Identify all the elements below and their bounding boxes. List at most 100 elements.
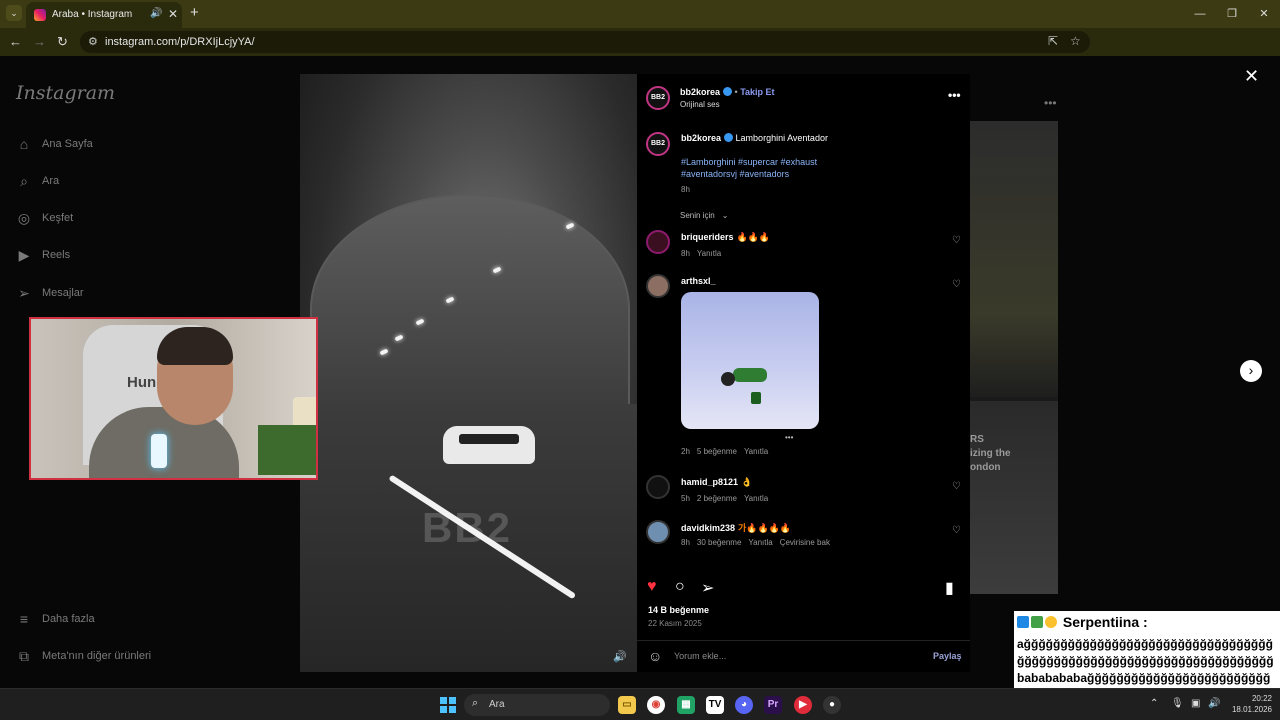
commenter-avatar[interactable] bbox=[646, 520, 670, 544]
reply-button[interactable]: Yanıtla bbox=[744, 447, 768, 456]
comment-username[interactable]: hamid_p8121 bbox=[681, 477, 738, 487]
post-video[interactable]: BB2 🔊 bbox=[300, 74, 637, 672]
reply-button[interactable]: Yanıtla bbox=[744, 494, 768, 503]
comment-likes[interactable]: 2 beğenme bbox=[697, 494, 737, 503]
more-options-icon[interactable]: ••• bbox=[1044, 96, 1057, 110]
streamer-hair bbox=[157, 327, 233, 365]
browser-tab[interactable]: Araba • Instagram 🔊 ✕ bbox=[26, 2, 182, 28]
commenter-avatar[interactable] bbox=[646, 274, 670, 298]
volume-icon[interactable]: 🔊 bbox=[1208, 698, 1220, 709]
sticker-options-icon[interactable]: ••• bbox=[785, 433, 793, 442]
grid-thumbnail[interactable] bbox=[970, 401, 1058, 594]
chat-badge-icon bbox=[1017, 616, 1029, 628]
home-icon: ⌂ bbox=[19, 136, 29, 152]
comment-like-icon[interactable]: ♡ bbox=[952, 525, 961, 536]
comment-like-icon[interactable]: ♡ bbox=[952, 481, 961, 492]
windows-start-icon[interactable] bbox=[440, 697, 456, 713]
post-options-icon[interactable]: ••• bbox=[948, 88, 961, 102]
instagram-favicon-icon bbox=[34, 9, 46, 21]
comment-like-icon[interactable]: ♡ bbox=[952, 279, 961, 290]
audio-toggle-icon[interactable]: 🔊 bbox=[613, 650, 627, 663]
comment-likes[interactable]: 5 beğenme bbox=[697, 447, 737, 456]
network-icon[interactable]: ▣ bbox=[1191, 698, 1200, 709]
minimize-icon[interactable]: — bbox=[1184, 0, 1216, 28]
caption-time: 8h bbox=[681, 185, 690, 194]
microphone-tray-icon[interactable]: 🎙 bbox=[1171, 698, 1184, 709]
like-count[interactable]: 14 B beğenme bbox=[648, 605, 709, 615]
verified-badge-icon bbox=[723, 87, 733, 96]
sidebar-item-more[interactable]: ≡ Daha fazla bbox=[16, 611, 95, 627]
caption-hashtags[interactable]: #Lamborghini #supercar #exhaust #aventad… bbox=[681, 156, 841, 180]
sticker-figure-head bbox=[721, 372, 735, 386]
comment-username[interactable]: briqueriders bbox=[681, 232, 734, 242]
share-icon[interactable]: ➢ bbox=[701, 578, 714, 598]
tab-close-icon[interactable]: ✕ bbox=[168, 7, 178, 21]
close-modal-icon[interactable]: ✕ bbox=[1244, 66, 1259, 87]
comment-sort-dropdown[interactable]: Senin için ⌄ bbox=[680, 211, 735, 220]
sidebar-item-home[interactable]: ⌂ Ana Sayfa bbox=[16, 136, 93, 152]
comment-sticker-image[interactable] bbox=[681, 292, 819, 429]
bookmark-star-icon[interactable]: ☆ bbox=[1070, 34, 1081, 48]
comment-text: 가🔥🔥🔥🔥 bbox=[738, 523, 792, 533]
clock[interactable]: 20:22 18.01.2026 bbox=[1232, 693, 1272, 715]
media-player-icon[interactable]: ▶ bbox=[794, 696, 812, 714]
comment-username[interactable]: davidkim238 bbox=[681, 523, 735, 533]
like-heart-icon[interactable]: ♥ bbox=[647, 578, 657, 596]
tray-chevron-up-icon[interactable]: ⌃ bbox=[1150, 698, 1158, 709]
window-controls: — ❐ ✕ bbox=[1184, 0, 1280, 28]
next-post-chevron-icon[interactable]: › bbox=[1240, 360, 1262, 382]
author-avatar[interactable]: BB2 bbox=[646, 86, 670, 110]
install-app-icon[interactable]: ⇱ bbox=[1048, 34, 1058, 48]
back-icon[interactable]: ← bbox=[9, 34, 22, 49]
file-explorer-icon[interactable]: ▭ bbox=[618, 696, 636, 714]
comment-like-icon[interactable]: ♡ bbox=[952, 235, 961, 246]
comment-input[interactable]: Yorum ekle... bbox=[674, 651, 726, 661]
lamp bbox=[293, 397, 316, 427]
translate-link[interactable]: Çevirisine bak bbox=[780, 538, 830, 547]
sidebar-item-reels[interactable]: ▶ Reels bbox=[16, 247, 71, 263]
author-username[interactable]: bb2korea bbox=[680, 87, 720, 97]
explore-icon: ◎ bbox=[17, 210, 31, 226]
tradingview-icon[interactable]: TV bbox=[706, 696, 724, 714]
reply-button[interactable]: Yanıtla bbox=[748, 538, 772, 547]
forward-icon[interactable]: → bbox=[33, 34, 46, 49]
commenter-avatar[interactable] bbox=[646, 230, 670, 254]
sidebar-item-search[interactable]: ⌕ Ara bbox=[16, 173, 59, 189]
site-info-icon[interactable]: ⚙ bbox=[88, 35, 98, 48]
new-tab-icon[interactable]: + bbox=[190, 4, 199, 21]
taskbar-search[interactable]: ⌕ Ara bbox=[464, 694, 610, 716]
sidebar-item-messages[interactable]: ➢ Mesajlar bbox=[16, 285, 83, 301]
grid-thumbnail[interactable] bbox=[970, 121, 1058, 397]
original-audio-link[interactable]: Orijinal ses bbox=[680, 100, 720, 109]
chrome-icon[interactable]: ◉ bbox=[647, 696, 665, 714]
window-close-icon[interactable]: ✕ bbox=[1248, 0, 1280, 28]
sidebar-item-label: Daha fazla bbox=[42, 613, 95, 625]
follow-button[interactable]: Takip Et bbox=[740, 87, 774, 97]
restore-icon[interactable]: ❐ bbox=[1216, 0, 1248, 28]
comment-likes[interactable]: 30 beğenme bbox=[697, 538, 741, 547]
premiere-pro-icon[interactable]: Pr bbox=[764, 696, 782, 714]
sidebar-item-label: Meta'nın diğer ürünleri bbox=[42, 650, 152, 662]
post-comment-button[interactable]: Paylaş bbox=[933, 651, 962, 661]
sidebar-item-explore[interactable]: ◎ Keşfet bbox=[16, 210, 73, 226]
discord-icon[interactable]: ◕ bbox=[735, 696, 753, 714]
caption-username[interactable]: bb2korea bbox=[681, 133, 721, 143]
obs-icon[interactable]: ● bbox=[823, 696, 841, 714]
instagram-logo[interactable]: Instagram bbox=[16, 82, 115, 104]
search-icon: ⌕ bbox=[472, 697, 479, 709]
spreadsheet-app-icon[interactable]: ▦ bbox=[677, 696, 695, 714]
tab-audio-icon[interactable]: 🔊 bbox=[150, 8, 162, 19]
comment-username[interactable]: arthsxl_ bbox=[681, 276, 716, 286]
verified-badge-icon bbox=[724, 133, 734, 142]
comment-icon[interactable]: ○ bbox=[675, 578, 685, 596]
commenter-avatar[interactable] bbox=[646, 475, 670, 499]
url-field[interactable]: ⚙ instagram.com/p/DRXIjLcjyYA/ ⇱ ☆ bbox=[80, 31, 1090, 53]
author-avatar[interactable]: BB2 bbox=[646, 132, 670, 156]
reload-icon[interactable]: ↻ bbox=[57, 34, 68, 50]
tab-search-icon[interactable]: ⌄ bbox=[6, 5, 22, 21]
sidebar-item-meta[interactable]: ⧉ Meta'nın diğer ürünleri bbox=[16, 648, 151, 664]
reply-button[interactable]: Yanıtla bbox=[697, 249, 721, 258]
emoji-icon[interactable]: ☺ bbox=[648, 648, 662, 664]
messages-icon: ➢ bbox=[18, 285, 30, 301]
save-bookmark-icon[interactable]: ▮ bbox=[945, 578, 954, 598]
